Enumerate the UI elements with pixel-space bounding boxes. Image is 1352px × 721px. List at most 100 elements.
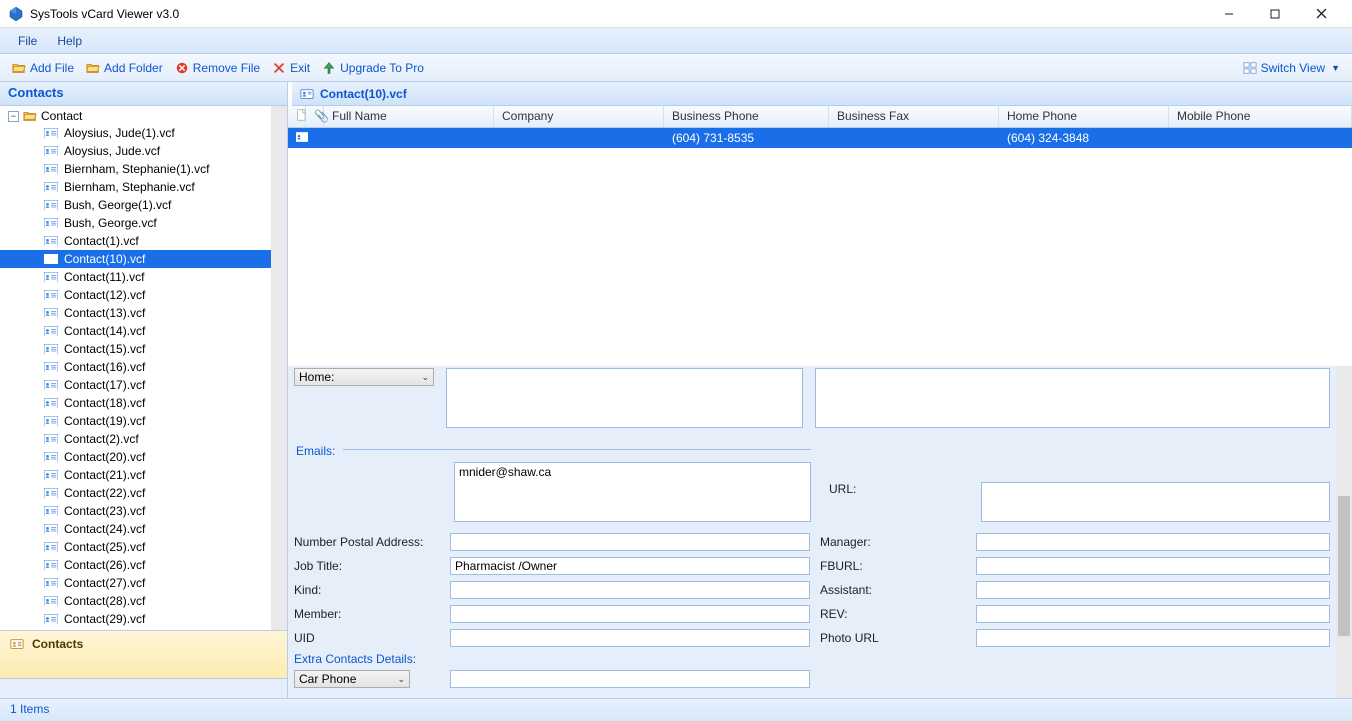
vcard-icon [44, 217, 58, 229]
vcard-icon [44, 397, 58, 409]
tree-item[interactable]: Biernham, Stephanie(1).vcf [0, 160, 287, 178]
upgrade-button[interactable]: Upgrade To Pro [316, 59, 430, 77]
assistant-input[interactable] [976, 581, 1330, 599]
details-pane: Home: ⌄ Emails: URL: [288, 366, 1352, 698]
photo-url-input[interactable] [976, 629, 1330, 647]
tree-item[interactable]: Contact(2).vcf [0, 430, 287, 448]
uid-input[interactable] [450, 629, 810, 647]
tree-item[interactable]: Contact(23).vcf [0, 502, 287, 520]
car-phone-input[interactable] [450, 670, 810, 688]
tree-item[interactable]: Bush, George.vcf [0, 214, 287, 232]
vcard-icon [44, 523, 58, 535]
cell-mobile-phone [1169, 136, 1352, 140]
switch-view-button[interactable]: Switch View ▼ [1237, 59, 1346, 77]
minimize-button[interactable] [1206, 0, 1252, 28]
manager-label: Manager: [820, 535, 968, 549]
sidebar-scrollbar[interactable] [271, 106, 287, 630]
col-business-fax[interactable]: Business Fax [829, 106, 999, 127]
number-postal-input[interactable] [450, 533, 810, 551]
tree-item[interactable]: Contact(12).vcf [0, 286, 287, 304]
chevron-down-icon: ⌄ [397, 674, 405, 685]
tree-item[interactable]: Contact(11).vcf [0, 268, 287, 286]
exit-icon [272, 61, 286, 75]
tree-item-label: Contact(2).vcf [64, 432, 139, 446]
job-title-input[interactable] [450, 557, 810, 575]
tree-item[interactable]: Contact(17).vcf [0, 376, 287, 394]
rev-input[interactable] [976, 605, 1330, 623]
menu-help[interactable]: Help [47, 30, 92, 52]
tree-item[interactable]: Contact(27).vcf [0, 574, 287, 592]
col-mobile-phone[interactable]: Mobile Phone [1169, 106, 1352, 127]
vcard-icon [44, 163, 58, 175]
tree-item-label: Biernham, Stephanie.vcf [64, 180, 195, 194]
details-scrollbar[interactable] [1336, 366, 1352, 698]
vcard-icon [44, 559, 58, 571]
tree-collapse-icon[interactable]: − [8, 111, 19, 122]
extra-phone-type-dropdown[interactable]: Car Phone ⌄ [294, 670, 410, 688]
tree-item[interactable]: Contact(21).vcf [0, 466, 287, 484]
tree-item[interactable]: Contact(29).vcf [0, 610, 287, 628]
home-address-textarea[interactable] [446, 368, 803, 428]
tree-item[interactable]: Contact(14).vcf [0, 322, 287, 340]
tree-item[interactable]: Bush, George(1).vcf [0, 196, 287, 214]
tree-item[interactable]: Contact(16).vcf [0, 358, 287, 376]
maximize-button[interactable] [1252, 0, 1298, 28]
main-split: Contacts −ContactAloysius, Jude(1).vcfAl… [0, 82, 1352, 699]
vcard-icon [44, 343, 58, 355]
secondary-textarea[interactable] [815, 368, 1330, 428]
tree-item[interactable]: Contact(28).vcf [0, 592, 287, 610]
menu-file[interactable]: File [8, 30, 47, 52]
sidebar-bottom-contacts[interactable]: Contacts [0, 630, 287, 678]
tree-root-contact[interactable]: −Contact [0, 108, 287, 124]
tree-item[interactable]: Contact(25).vcf [0, 538, 287, 556]
col-home-phone[interactable]: Home Phone [999, 106, 1169, 127]
col-type-icon[interactable] [288, 106, 306, 127]
manager-input[interactable] [976, 533, 1330, 551]
tree-view[interactable]: −ContactAloysius, Jude(1).vcfAloysius, J… [0, 106, 287, 630]
col-attachment-icon[interactable]: 📎 [306, 106, 324, 127]
grid-header: 📎 Full Name Company Business Phone Busin… [288, 106, 1352, 128]
folder-open-icon [23, 109, 37, 123]
tree-item[interactable]: Contact(10).vcf [0, 250, 287, 268]
kind-input[interactable] [450, 581, 810, 599]
tree-item[interactable]: Contact(1).vcf [0, 232, 287, 250]
contacts-grid: 📎 Full Name Company Business Phone Busin… [288, 106, 1352, 366]
tree-item[interactable]: Contact(26).vcf [0, 556, 287, 574]
vcard-icon [44, 253, 58, 265]
tree-item[interactable]: Contact(22).vcf [0, 484, 287, 502]
tree-item[interactable]: Aloysius, Jude(1).vcf [0, 124, 287, 142]
tree-item[interactable]: Contact(24).vcf [0, 520, 287, 538]
add-folder-button[interactable]: Add Folder [80, 59, 169, 77]
tree-item[interactable]: Contact(13).vcf [0, 304, 287, 322]
fburl-input[interactable] [976, 557, 1330, 575]
remove-file-button[interactable]: Remove File [169, 59, 266, 77]
add-file-button[interactable]: Add File [6, 59, 80, 77]
url-input[interactable] [981, 482, 1330, 522]
tree-item[interactable]: Contact(20).vcf [0, 448, 287, 466]
member-input[interactable] [450, 605, 810, 623]
address-type-dropdown[interactable]: Home: ⌄ [294, 368, 434, 386]
url-label: URL: [823, 482, 973, 496]
cell-business-fax [829, 136, 999, 140]
col-company[interactable]: Company [494, 106, 664, 127]
tree-item-label: Contact(25).vcf [64, 540, 145, 554]
col-business-phone[interactable]: Business Phone [664, 106, 829, 127]
emails-textarea[interactable] [454, 462, 811, 522]
close-button[interactable] [1298, 0, 1344, 28]
rev-label: REV: [820, 607, 968, 621]
app-icon [8, 6, 24, 22]
exit-button[interactable]: Exit [266, 59, 316, 77]
table-row[interactable]: (604) 731-8535(604) 324-3848 [288, 128, 1352, 148]
tree-item-label: Contact(26).vcf [64, 558, 145, 572]
col-full-name[interactable]: Full Name [324, 106, 494, 127]
vcard-icon [44, 451, 58, 463]
vcard-icon [44, 307, 58, 319]
app-title: SysTools vCard Viewer v3.0 [30, 7, 179, 21]
tree-item[interactable]: Aloysius, Jude.vcf [0, 142, 287, 160]
tree-item[interactable]: Contact(19).vcf [0, 412, 287, 430]
tree-item[interactable]: Contact(18).vcf [0, 394, 287, 412]
vcard-icon [44, 145, 58, 157]
tree-item[interactable]: Contact(15).vcf [0, 340, 287, 358]
vcard-icon [44, 577, 58, 589]
tree-item[interactable]: Biernham, Stephanie.vcf [0, 178, 287, 196]
